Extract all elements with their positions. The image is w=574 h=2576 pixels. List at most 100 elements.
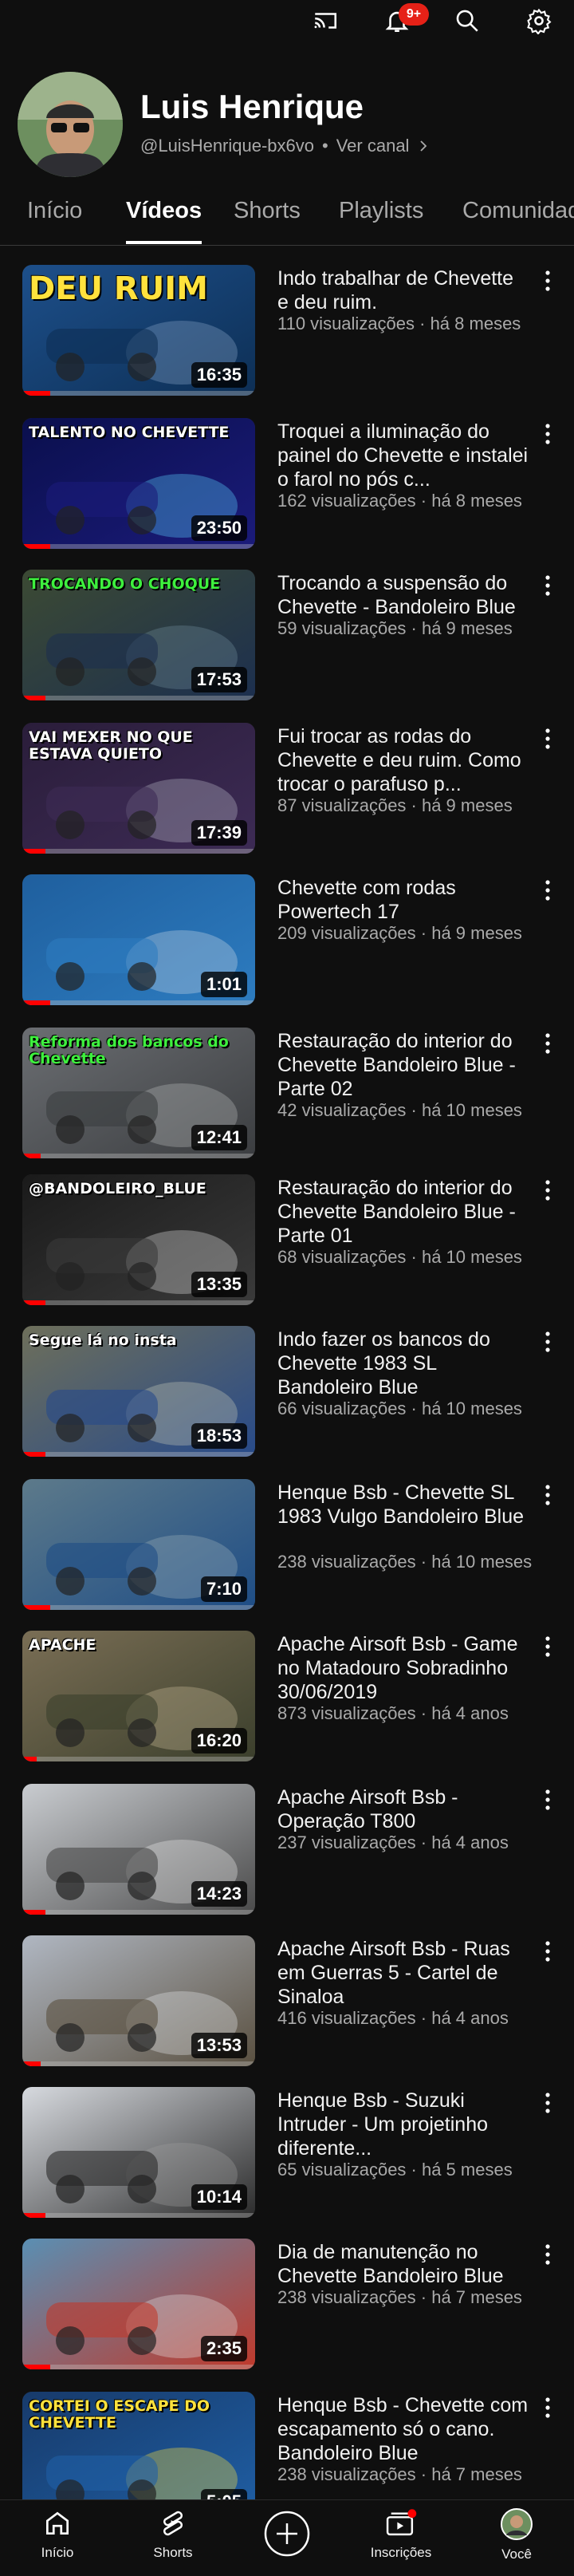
video-thumbnail[interactable]: 2:35 bbox=[22, 2239, 255, 2369]
tab-inicio[interactable]: Início bbox=[27, 198, 82, 244]
video-row[interactable]: 10:14 Henque Bsb - Suzuki Intruder - Um p… bbox=[0, 2087, 574, 2239]
video-title[interactable]: Chevette com rodas Powertech 17 bbox=[277, 876, 529, 924]
video-row[interactable]: DEU RUIM 16:35 Indo trabalhar de Chevette … bbox=[0, 265, 574, 416]
channel-avatar[interactable] bbox=[18, 72, 123, 177]
more-options-button[interactable] bbox=[534, 1484, 561, 1511]
video-meta: 68 visualizações · há 10 meses bbox=[277, 1247, 522, 1267]
video-thumbnail[interactable]: 1:01 bbox=[22, 874, 255, 1005]
video-row[interactable]: 2:35 Dia de manutenção no Chevette Bandol… bbox=[0, 2239, 574, 2390]
watch-progress-bar bbox=[22, 1605, 51, 1610]
video-thumbnail[interactable]: APACHE 16:20 bbox=[22, 1631, 255, 1761]
video-duration: 1:01 bbox=[200, 972, 247, 997]
video-title[interactable]: Henque Bsb - Chevette com escapamento só… bbox=[277, 2393, 529, 2465]
video-thumbnail[interactable]: 10:14 bbox=[22, 2087, 255, 2218]
video-thumbnail[interactable]: TROCANDO O CHOQUE 17:53 bbox=[22, 570, 255, 700]
watch-progress-bar bbox=[22, 1452, 46, 1457]
tab-comunidade[interactable]: Comunidade bbox=[462, 198, 574, 244]
video-title[interactable]: Indo trabalhar de Chevette e deu ruim. bbox=[277, 266, 529, 314]
video-row[interactable]: 13:53 Apache Airsoft Bsb - Ruas em Guerra… bbox=[0, 1935, 574, 2087]
more-options-button[interactable] bbox=[534, 423, 561, 450]
channel-handle-row[interactable]: @LuisHenrique-bx6vo • Ver canal bbox=[140, 136, 430, 156]
video-row[interactable]: 1:01 Chevette com rodas Powertech 17 209 v… bbox=[0, 874, 574, 1026]
video-meta: 238 visualizações · há 7 meses bbox=[277, 2287, 522, 2307]
video-meta: 59 visualizações · há 9 meses bbox=[277, 618, 513, 638]
nav-home[interactable]: Início bbox=[10, 2508, 105, 2572]
more-options-button[interactable] bbox=[534, 1789, 561, 1816]
video-row[interactable]: Segue lá no insta 18:53 Indo fazer os banc… bbox=[0, 1326, 574, 1477]
video-thumbnail[interactable]: VAI MEXER NO QUE ESTAVA QUIETO 17:39 bbox=[22, 723, 255, 854]
thumbnail-text: TALENTO NO CHEVETTE bbox=[29, 424, 230, 441]
more-options-button[interactable] bbox=[534, 1635, 561, 1663]
nav-create[interactable] bbox=[239, 2508, 335, 2572]
video-title[interactable]: Troquei a iluminação do painel do Chevet… bbox=[277, 420, 529, 491]
video-title[interactable]: Restauração do interior do Chevette Band… bbox=[277, 1029, 529, 1101]
video-title[interactable]: Apache Airsoft Bsb - Ruas em Guerras 5 -… bbox=[277, 1937, 529, 2009]
watch-progress-bar bbox=[22, 1154, 41, 1158]
video-thumbnail[interactable]: DEU RUIM 16:35 bbox=[22, 265, 255, 396]
watch-progress-bar bbox=[22, 544, 51, 549]
nav-home-label: Início bbox=[41, 2545, 74, 2560]
more-options-button[interactable] bbox=[534, 1940, 561, 1967]
video-title[interactable]: Restauração do interior do Chevette Band… bbox=[277, 1176, 529, 1248]
watch-progress-track bbox=[22, 1452, 255, 1457]
video-meta: 238 visualizações · há 10 meses bbox=[277, 1552, 533, 1572]
video-duration: 23:50 bbox=[191, 515, 247, 541]
nav-shorts-label: Shorts bbox=[153, 2545, 193, 2560]
video-thumbnail[interactable]: 14:23 bbox=[22, 1784, 255, 1915]
video-thumbnail[interactable]: Segue lá no insta 18:53 bbox=[22, 1326, 255, 1457]
video-row[interactable]: Reforma dos bancos do Chevette 12:41 Resta… bbox=[0, 1028, 574, 1179]
video-title[interactable]: Dia de manutenção no Chevette Bandoleiro… bbox=[277, 2240, 529, 2288]
nav-subscriptions[interactable]: Inscrições bbox=[353, 2508, 449, 2572]
channel-name: Luis Henrique bbox=[140, 88, 364, 125]
nav-you[interactable]: Você bbox=[469, 2508, 564, 2572]
video-row[interactable]: 14:23 Apache Airsoft Bsb - Operação T800 2… bbox=[0, 1784, 574, 1935]
video-duration: 7:10 bbox=[200, 1576, 247, 1602]
notifications-button[interactable]: 9+ bbox=[379, 3, 429, 38]
more-options-button[interactable] bbox=[534, 2397, 561, 2424]
video-title[interactable]: Fui trocar as rodas do Chevette e deu ru… bbox=[277, 724, 529, 796]
video-title[interactable]: Henque Bsb - Chevette SL 1983 Vulgo Band… bbox=[277, 1481, 529, 1529]
video-row[interactable]: TALENTO NO CHEVETTE 23:50 Troquei a ilumin… bbox=[0, 418, 574, 570]
video-row[interactable]: 7:10 Henque Bsb - Chevette SL 1983 Vulgo … bbox=[0, 1479, 574, 1631]
tab-playlists[interactable]: Playlists bbox=[339, 198, 423, 244]
video-title[interactable]: Henque Bsb - Suzuki Intruder - Um projet… bbox=[277, 2089, 529, 2160]
video-title[interactable]: Apache Airsoft Bsb - Game no Matadouro S… bbox=[277, 1632, 529, 1704]
video-thumbnail[interactable]: TALENTO NO CHEVETTE 23:50 bbox=[22, 418, 255, 549]
watch-progress-bar bbox=[22, 2213, 46, 2218]
video-thumbnail[interactable]: @BANDOLEIRO_BLUE 13:35 bbox=[22, 1174, 255, 1305]
search-icon[interactable] bbox=[450, 3, 485, 38]
view-channel-link[interactable]: Ver canal bbox=[336, 136, 410, 156]
more-options-button[interactable] bbox=[534, 728, 561, 755]
gear-icon[interactable] bbox=[521, 3, 556, 38]
watch-progress-bar bbox=[22, 849, 46, 854]
video-row[interactable]: APACHE 16:20 Apache Airsoft Bsb - Game no … bbox=[0, 1631, 574, 1782]
cast-icon[interactable] bbox=[308, 3, 343, 38]
video-title[interactable]: Trocando a suspensão do Chevette - Bando… bbox=[277, 571, 529, 619]
video-duration: 16:35 bbox=[191, 362, 247, 388]
video-title[interactable]: Indo fazer os bancos do Chevette 1983 SL… bbox=[277, 1327, 529, 1399]
tab-shorts[interactable]: Shorts bbox=[234, 198, 301, 244]
more-options-button[interactable] bbox=[534, 1179, 561, 1206]
more-options-button[interactable] bbox=[534, 270, 561, 297]
video-duration: 2:35 bbox=[200, 2336, 247, 2361]
channel-handle: @LuisHenrique-bx6vo bbox=[140, 136, 315, 156]
video-meta: 42 visualizações · há 10 meses bbox=[277, 1100, 522, 1120]
thumbnail-text: @BANDOLEIRO_BLUE bbox=[29, 1180, 206, 1197]
more-options-button[interactable] bbox=[534, 1331, 561, 1358]
video-thumbnail[interactable]: Reforma dos bancos do Chevette 12:41 bbox=[22, 1028, 255, 1158]
video-row[interactable]: @BANDOLEIRO_BLUE 13:35 Restauração do inte… bbox=[0, 1174, 574, 1326]
more-options-button[interactable] bbox=[534, 1032, 561, 1059]
more-options-button[interactable] bbox=[534, 2243, 561, 2270]
video-thumbnail[interactable]: 7:10 bbox=[22, 1479, 255, 1610]
video-title[interactable]: Apache Airsoft Bsb - Operação T800 bbox=[277, 1785, 529, 1833]
nav-shorts[interactable]: Shorts bbox=[125, 2508, 221, 2572]
more-options-button[interactable] bbox=[534, 574, 561, 602]
watch-progress-track bbox=[22, 1000, 255, 1005]
video-thumbnail[interactable]: 13:53 bbox=[22, 1935, 255, 2066]
more-options-button[interactable] bbox=[534, 879, 561, 906]
video-row[interactable]: TROCANDO O CHOQUE 17:53 Trocando a suspens… bbox=[0, 570, 574, 721]
video-duration: 13:53 bbox=[191, 2033, 247, 2058]
video-row[interactable]: VAI MEXER NO QUE ESTAVA QUIETO 17:39 Fui t… bbox=[0, 723, 574, 874]
more-options-button[interactable] bbox=[534, 2092, 561, 2119]
tab-videos[interactable]: Vídeos bbox=[126, 198, 202, 244]
